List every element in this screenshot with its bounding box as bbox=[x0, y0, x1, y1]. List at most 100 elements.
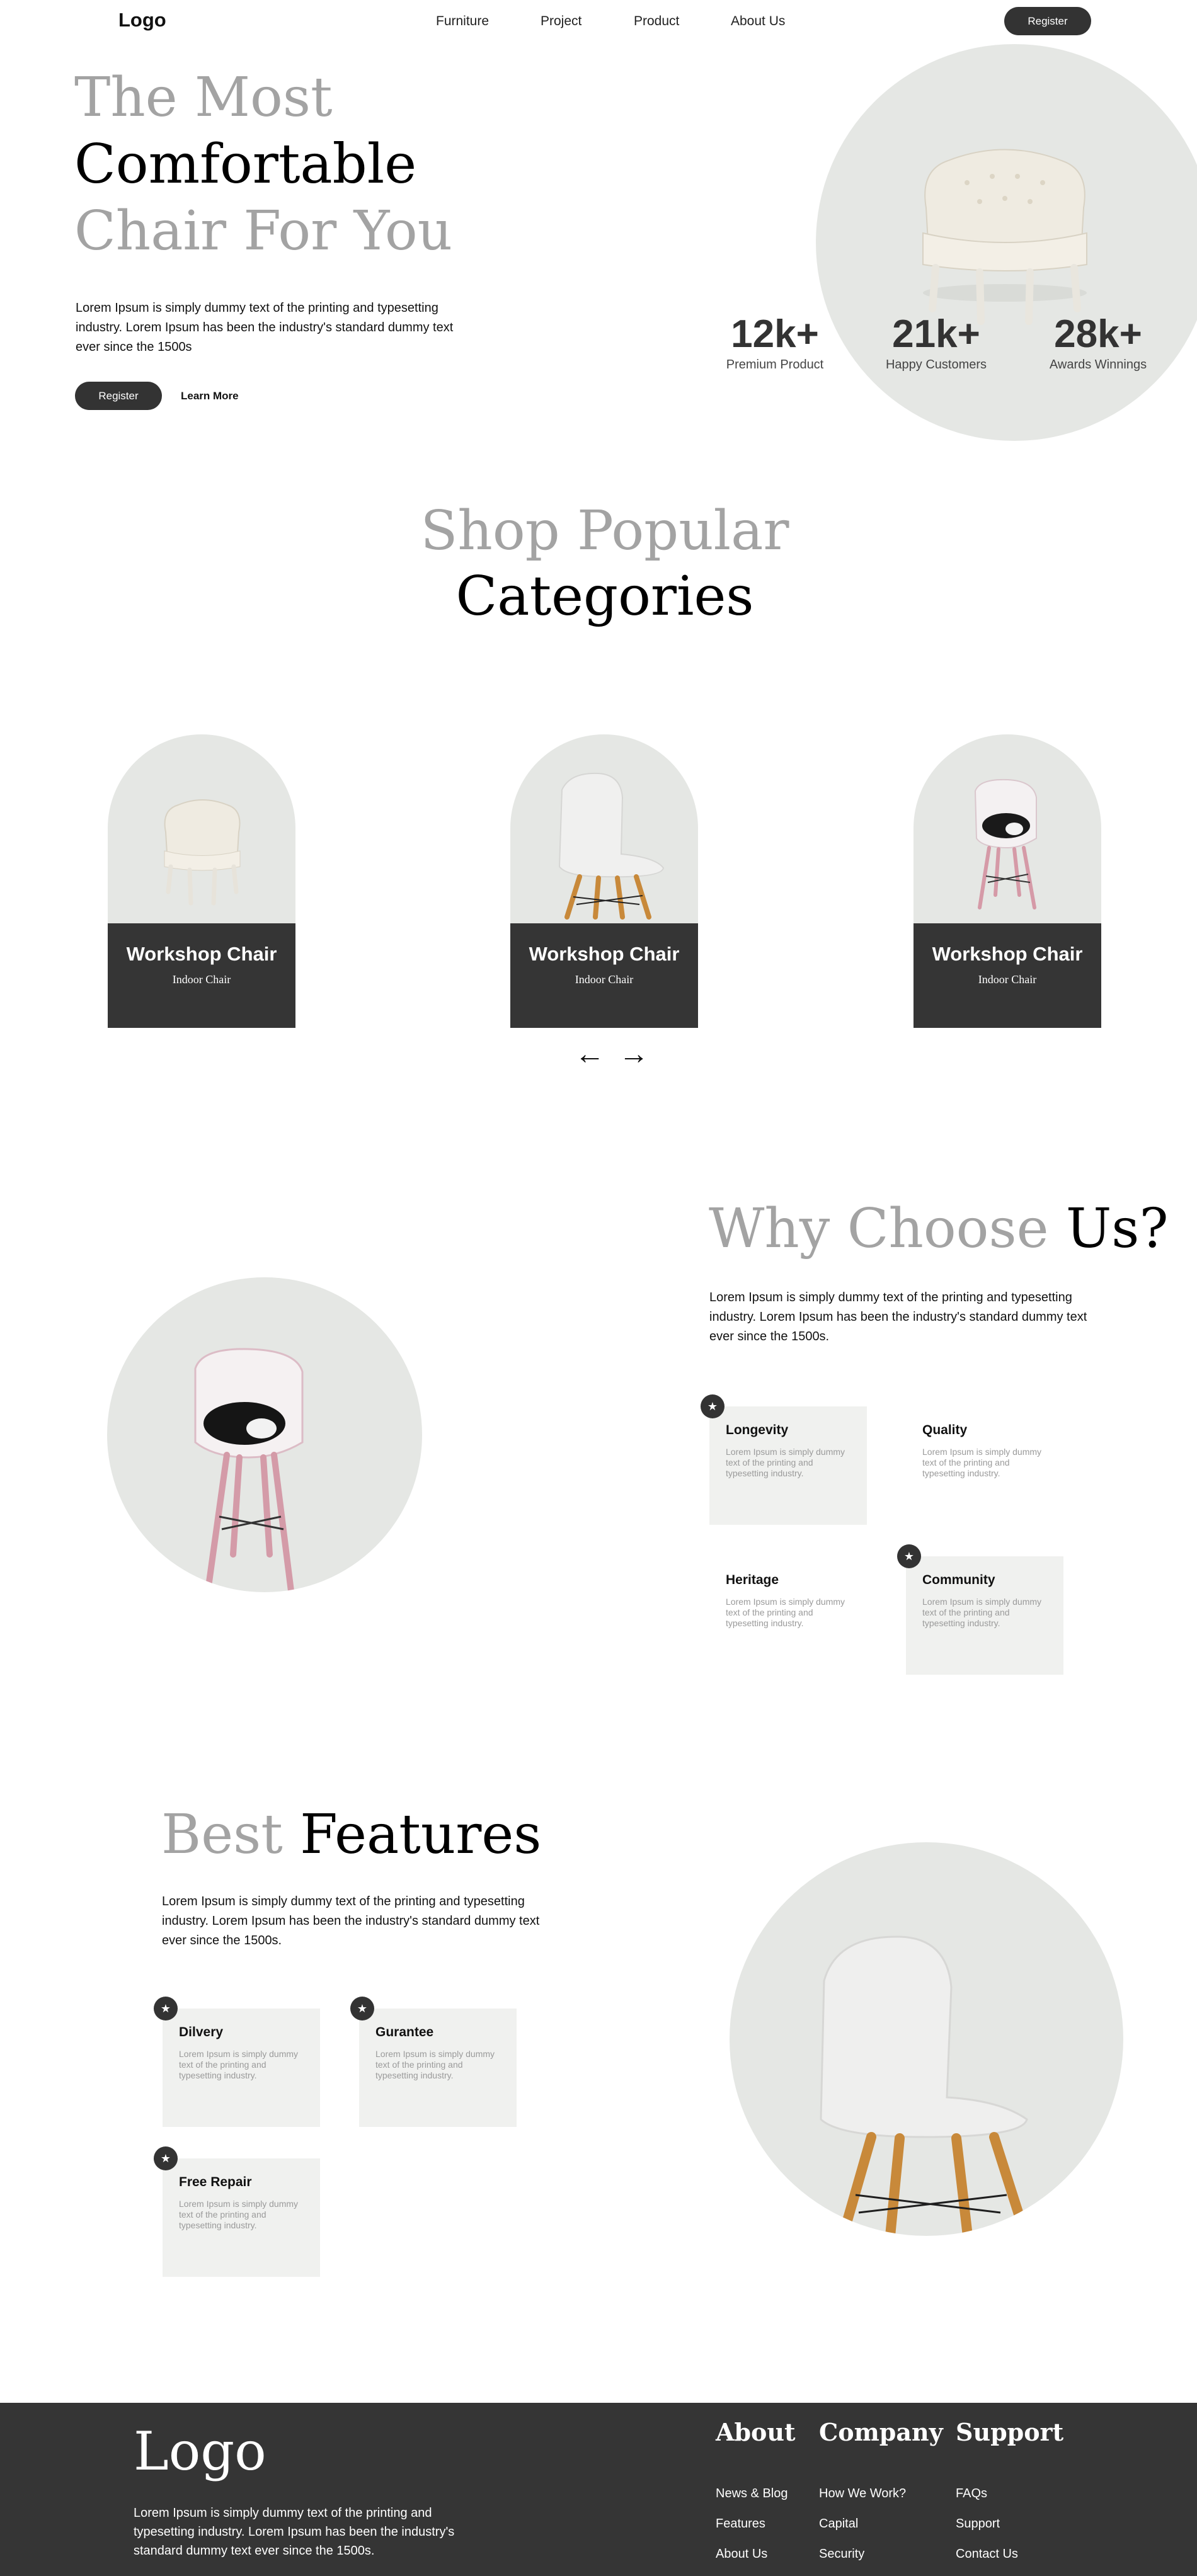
why-circle bbox=[107, 1277, 422, 1592]
nav-logo[interactable]: Logo bbox=[118, 9, 166, 31]
category-image-area bbox=[108, 734, 295, 923]
why-title: Why Choose Us? bbox=[709, 1202, 1169, 1256]
footer-link-capital[interactable]: Capital bbox=[819, 2517, 858, 2531]
nav-register-button[interactable]: Register bbox=[1004, 7, 1091, 35]
armchair-image bbox=[164, 799, 241, 906]
feature-title: Heritage bbox=[726, 1573, 779, 1587]
footer-column-title: Company bbox=[819, 2418, 943, 2446]
feature-title: Free Repair bbox=[179, 2175, 252, 2189]
nav-link-furniture[interactable]: Furniture bbox=[436, 14, 489, 29]
footer-link-support[interactable]: Support bbox=[956, 2517, 1000, 2531]
star-icon: ★ bbox=[350, 1997, 374, 2020]
star-icon: ★ bbox=[154, 1997, 178, 2020]
footer-link-news-blog[interactable]: News & Blog bbox=[716, 2487, 788, 2501]
carousel-prev-arrow-icon[interactable]: ← bbox=[575, 1039, 605, 1069]
star-icon: ★ bbox=[701, 1394, 724, 1418]
why-item-community: Community Lorem Ipsum is simply dummy te… bbox=[906, 1556, 1063, 1675]
why-item-heritage: Heritage Lorem Ipsum is simply dummy tex… bbox=[709, 1556, 867, 1675]
why-item-longevity: Longevity Lorem Ipsum is simply dummy te… bbox=[709, 1406, 867, 1525]
stat-label: Happy Customers bbox=[885, 358, 987, 372]
footer-link-about-us[interactable]: About Us bbox=[716, 2547, 767, 2562]
stat-awards-winnings: 28k+ Awards Winnings bbox=[1035, 315, 1161, 372]
feature-title: Dilvery bbox=[179, 2025, 224, 2039]
star-icon: ★ bbox=[154, 2146, 178, 2170]
categories-title-grey: Shop Popular bbox=[420, 499, 789, 562]
feature-desc: Lorem Ipsum is simply dummy text of the … bbox=[922, 1447, 1042, 1478]
cat-on-chair-image bbox=[194, 1348, 304, 1592]
feature-desc: Lorem Ipsum is simply dummy text of the … bbox=[179, 2199, 299, 2230]
footer-column-company: Company How We Work? Capital Security bbox=[819, 2418, 943, 2561]
hero-title-line2: Comfortable bbox=[74, 133, 417, 196]
stat-premium-product: 12k+ Premium Product bbox=[718, 315, 832, 372]
footer-link-features[interactable]: Features bbox=[716, 2517, 765, 2531]
footer-column-about: About News & Blog Features About Us bbox=[716, 2418, 796, 2561]
cat-on-chair-image bbox=[974, 778, 1037, 909]
footer-link-security[interactable]: Security bbox=[819, 2547, 864, 2562]
category-image-area bbox=[510, 734, 698, 923]
feature-title: Gurantee bbox=[375, 2025, 434, 2039]
category-label-area: Workshop Chair Indoor Chair bbox=[914, 923, 1101, 1028]
hero-circle bbox=[816, 44, 1197, 441]
hero-title-line3: Chair For You bbox=[74, 200, 453, 263]
stat-value: 12k+ bbox=[731, 312, 819, 356]
category-subtitle: Indoor Chair bbox=[575, 973, 634, 986]
footer-link-faqs[interactable]: FAQs bbox=[956, 2487, 987, 2501]
footer-link-contact-us[interactable]: Contact Us bbox=[956, 2547, 1018, 2562]
footer-link-how-we-work[interactable]: How We Work? bbox=[819, 2487, 906, 2501]
footer-column-title: About bbox=[716, 2418, 796, 2446]
feature-title: Longevity bbox=[726, 1423, 789, 1437]
category-subtitle: Indoor Chair bbox=[172, 973, 231, 986]
category-title: Workshop Chair bbox=[126, 943, 277, 965]
star-icon: ★ bbox=[897, 1544, 921, 1568]
category-subtitle: Indoor Chair bbox=[978, 973, 1037, 986]
why-title-grey: Why Choose bbox=[709, 1197, 1049, 1260]
feature-desc: Lorem Ipsum is simply dummy text of the … bbox=[375, 2049, 495, 2080]
category-title: Workshop Chair bbox=[932, 943, 1083, 965]
features-description: Lorem Ipsum is simply dummy text of the … bbox=[162, 1895, 540, 1947]
feature-item-gurantee: Gurantee Lorem Ipsum is simply dummy tex… bbox=[359, 2009, 517, 2127]
why-title-dark: Us? bbox=[1065, 1197, 1169, 1260]
category-card[interactable]: Workshop Chair Indoor Chair bbox=[914, 734, 1101, 1028]
footer-column-support: Support FAQs Support Contact Us bbox=[956, 2418, 1064, 2561]
feature-desc: Lorem Ipsum is simply dummy text of the … bbox=[726, 1447, 845, 1478]
hero-title-line1: The Most bbox=[74, 66, 333, 129]
features-title-dark: Features bbox=[300, 1803, 542, 1866]
category-label-area: Workshop Chair Indoor Chair bbox=[510, 923, 698, 1028]
stat-happy-customers: 21k+ Happy Customers bbox=[873, 315, 999, 372]
white-chair-image bbox=[820, 1935, 1031, 2236]
armchair-image bbox=[922, 149, 1087, 325]
category-label-area: Workshop Chair Indoor Chair bbox=[108, 923, 295, 1028]
carousel-next-arrow-icon[interactable]: → bbox=[619, 1039, 649, 1069]
nav-link-product[interactable]: Product bbox=[634, 14, 679, 29]
feature-title: Community bbox=[922, 1573, 995, 1587]
learn-more-link[interactable]: Learn More bbox=[181, 390, 239, 402]
category-card[interactable]: Workshop Chair Indoor Chair bbox=[510, 734, 698, 1028]
footer-description: Lorem Ipsum is simply dummy text of the … bbox=[134, 2506, 455, 2558]
hero-register-button[interactable]: Register bbox=[75, 382, 162, 410]
stat-label: Premium Product bbox=[726, 358, 824, 372]
features-circle bbox=[730, 1842, 1123, 2236]
footer: Logo Lorem Ipsum is simply dummy text of… bbox=[0, 2403, 1197, 2576]
feature-item-free-repair: Free Repair Lorem Ipsum is simply dummy … bbox=[163, 2158, 320, 2277]
feature-desc: Lorem Ipsum is simply dummy text of the … bbox=[922, 1597, 1042, 1628]
why-item-quality: Quality Lorem Ipsum is simply dummy text… bbox=[906, 1406, 1063, 1525]
features-title-grey: Best bbox=[161, 1803, 283, 1866]
category-title: Workshop Chair bbox=[529, 943, 680, 965]
stat-value: 28k+ bbox=[1054, 312, 1142, 356]
nav-link-project[interactable]: Project bbox=[541, 14, 581, 29]
stat-value: 21k+ bbox=[892, 312, 980, 356]
feature-desc: Lorem Ipsum is simply dummy text of the … bbox=[179, 2049, 299, 2080]
hero-description: Lorem Ipsum is simply dummy text of the … bbox=[76, 301, 454, 354]
feature-desc: Lorem Ipsum is simply dummy text of the … bbox=[726, 1597, 845, 1628]
categories-title-dark: Categories bbox=[455, 565, 754, 628]
footer-column-title: Support bbox=[956, 2418, 1064, 2446]
features-title: Best Features bbox=[161, 1808, 541, 1862]
white-chair-image bbox=[558, 772, 665, 920]
why-description: Lorem Ipsum is simply dummy text of the … bbox=[709, 1291, 1087, 1343]
nav-link-about-us[interactable]: About Us bbox=[731, 14, 785, 29]
stat-label: Awards Winnings bbox=[1049, 358, 1147, 372]
feature-title: Quality bbox=[922, 1423, 968, 1437]
feature-item-dilvery: Dilvery Lorem Ipsum is simply dummy text… bbox=[163, 2009, 320, 2127]
category-card[interactable]: Workshop Chair Indoor Chair bbox=[108, 734, 295, 1028]
footer-logo[interactable]: Logo bbox=[134, 2425, 266, 2478]
